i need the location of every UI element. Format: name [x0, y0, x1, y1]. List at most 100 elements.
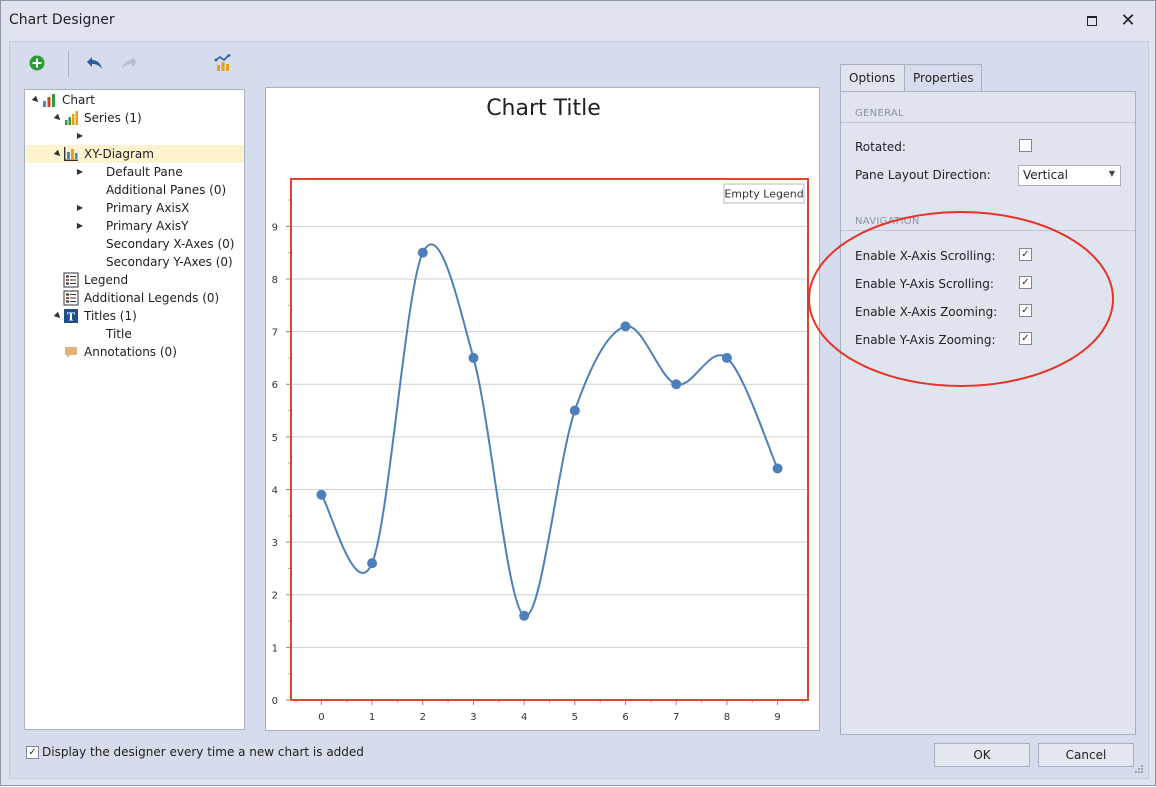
- tree-item-primary-axisx[interactable]: ▶ Primary AxisX: [75, 199, 189, 217]
- chart-designer-window: Chart Designer ✕ ▲ Chart ▲ Series (1) ▶ …: [0, 0, 1156, 786]
- tree-icon-spacer: [85, 326, 101, 342]
- tree-item-additional-legends-0[interactable]: Additional Legends (0): [53, 289, 219, 307]
- tree-icon-spacer: [85, 182, 101, 198]
- tree-item-label: Secondary X-Axes (0): [106, 237, 235, 251]
- x-tick-label: 7: [673, 712, 679, 723]
- enable-x-axis-scrolling-checkbox[interactable]: ✓: [1019, 248, 1032, 261]
- designer-content: ▲ Chart ▲ Series (1) ▶ ▲ XY-Diagram ▶ Default Pa…: [9, 41, 1149, 779]
- plot-area-border: [290, 178, 809, 701]
- tree-item-titles-1[interactable]: ▲ T Titles (1): [53, 307, 137, 325]
- section-divider: [841, 230, 1135, 231]
- redo-icon: [122, 57, 137, 69]
- chart-title[interactable]: Chart Title: [266, 96, 821, 121]
- tree-item-label: XY-Diagram: [84, 147, 154, 161]
- y-tick-label: 1: [272, 643, 278, 654]
- enable-y-axis-zooming-label: Enable Y-Axis Zooming:: [855, 333, 996, 347]
- rotated-checkbox[interactable]: [1019, 139, 1032, 152]
- tree-item-secondary-y-axes-0[interactable]: Secondary Y-Axes (0): [75, 253, 233, 271]
- tree-icon-spacer: [85, 254, 101, 270]
- tree-item-label: Default Pane: [106, 165, 183, 179]
- expand-arrow-icon[interactable]: ▶: [75, 199, 85, 217]
- enable-x-axis-zooming-checkbox[interactable]: ✓: [1019, 304, 1032, 317]
- toolbar: [20, 48, 250, 78]
- pane-layout-direction-select[interactable]: Vertical ▼: [1018, 165, 1121, 186]
- enable-y-axis-scrolling-checkbox[interactable]: ✓: [1019, 276, 1032, 289]
- general-section-header: GENERAL: [855, 108, 904, 119]
- add-icon: [29, 55, 45, 71]
- x-tick-label: 6: [622, 712, 628, 723]
- undo-icon: [87, 57, 102, 69]
- enable-x-axis-zooming-label: Enable X-Axis Zooming:: [855, 305, 998, 319]
- data-point: [569, 405, 580, 416]
- display-designer-label[interactable]: Display the designer every time a new ch…: [42, 745, 364, 759]
- tree-item-label: Chart: [62, 93, 95, 107]
- tree-item-default-pane[interactable]: ▶ Default Pane: [75, 163, 183, 181]
- add-button[interactable]: [24, 50, 50, 76]
- tree-icon-spacer: [85, 200, 101, 216]
- undo-button[interactable]: [82, 50, 108, 76]
- tree-icon-spacer: [85, 128, 101, 144]
- tree-item-secondary-x-axes-0[interactable]: Secondary X-Axes (0): [75, 235, 234, 253]
- tree-item-label: Titles (1): [84, 309, 137, 323]
- y-tick-label: 4: [272, 485, 278, 496]
- tree-item-primary-axisy[interactable]: ▶ Primary AxisY: [75, 217, 189, 235]
- tab-options[interactable]: Options: [840, 64, 905, 93]
- check-icon: ✓: [1021, 248, 1030, 260]
- check-icon: ✓: [28, 746, 37, 758]
- x-tick-label: 3: [470, 712, 476, 723]
- legend-text: Empty Legend: [724, 188, 803, 201]
- close-button[interactable]: ✕: [1113, 7, 1143, 35]
- y-tick-label: 8: [272, 275, 278, 286]
- chart-elements-tree[interactable]: ▲ Chart ▲ Series (1) ▶ ▲ XY-Diagram ▶ Default Pa…: [24, 89, 245, 730]
- tree-item-label: Primary AxisY: [106, 219, 189, 233]
- display-designer-checkbox[interactable]: ✓: [26, 746, 39, 759]
- check-icon: ✓: [1021, 304, 1030, 316]
- data-point: [417, 247, 428, 258]
- expand-arrow-icon[interactable]: ▶: [75, 217, 85, 235]
- tree-icon-spacer: [85, 218, 101, 234]
- navigation-section-header: NAVIGATION: [855, 216, 920, 227]
- tree-item-annotations-0[interactable]: Annotations (0): [53, 343, 177, 361]
- data-point: [671, 379, 682, 390]
- tree-item-series-1[interactable]: ▲ Series (1): [53, 109, 142, 127]
- annotation-icon: [63, 344, 79, 360]
- chart-wizard-button[interactable]: [210, 50, 236, 76]
- y-tick-label: 2: [272, 591, 278, 602]
- y-tick-label: 9: [272, 222, 278, 233]
- tree-item-title[interactable]: Title: [75, 325, 132, 343]
- tree-item-additional-panes-0[interactable]: Additional Panes (0): [75, 181, 226, 199]
- maximize-button[interactable]: [1077, 7, 1107, 35]
- data-point: [468, 352, 479, 363]
- tree-item-empty[interactable]: ▶: [75, 127, 106, 145]
- tree-item-legend[interactable]: Legend: [53, 271, 128, 289]
- data-point: [367, 558, 378, 569]
- data-point: [721, 352, 732, 363]
- options-panel: GENERAL Rotated: Pane Layout Direction: …: [840, 91, 1136, 735]
- title-bar: Chart Designer ✕: [1, 1, 1155, 41]
- expand-arrow-icon[interactable]: ▶: [75, 127, 85, 145]
- tree-item-chart[interactable]: ▲ Chart: [31, 91, 95, 109]
- tree-item-label: Primary AxisX: [106, 201, 190, 215]
- y-tick-label: 0: [272, 696, 278, 707]
- y-tick-label: 3: [272, 538, 278, 549]
- cancel-button[interactable]: Cancel: [1038, 743, 1134, 767]
- x-tick-label: 8: [724, 712, 730, 723]
- rotated-label: Rotated:: [855, 140, 906, 154]
- x-tick-label: 2: [420, 712, 426, 723]
- svg-text:T: T: [67, 311, 76, 324]
- y-tick-label: 6: [272, 380, 278, 391]
- enable-y-axis-zooming-checkbox[interactable]: ✓: [1019, 332, 1032, 345]
- tree-item-xy-diagram[interactable]: ▲ XY-Diagram: [25, 145, 244, 163]
- resize-grip-icon[interactable]: [1134, 764, 1144, 774]
- tree-item-label: Additional Legends (0): [84, 291, 220, 305]
- data-point: [620, 321, 631, 332]
- redo-button[interactable]: [116, 50, 142, 76]
- expand-arrow-icon[interactable]: ▶: [75, 163, 85, 181]
- x-tick-label: 4: [521, 712, 527, 723]
- ok-button[interactable]: OK: [934, 743, 1030, 767]
- chart-wizard-icon: [214, 54, 231, 71]
- tree-icon-spacer: [85, 164, 101, 180]
- toolbar-separator: [68, 51, 69, 77]
- legend-icon: [63, 290, 79, 306]
- tab-properties[interactable]: Properties: [904, 64, 982, 92]
